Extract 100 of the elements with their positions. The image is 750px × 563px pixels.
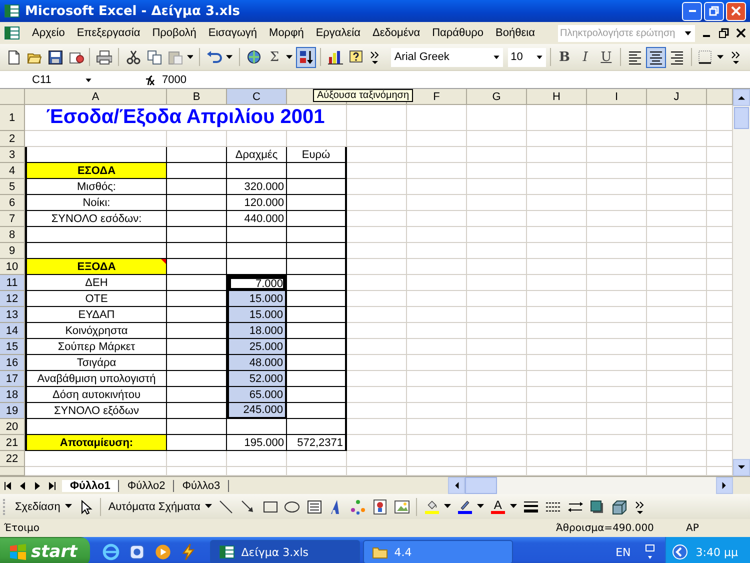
column-header[interactable]: J [647,89,707,105]
row-header[interactable]: 4 [0,163,25,179]
row-header[interactable]: 16 [0,355,25,371]
caret-icon[interactable] [186,54,194,60]
font-color-button[interactable]: A [487,496,508,517]
row-header[interactable]: 7 [0,211,25,227]
menu-item[interactable]: Εργαλεία [310,27,366,39]
play-icon[interactable] [154,543,172,561]
caret-icon[interactable] [226,54,233,60]
sort-button[interactable] [296,46,316,68]
row-header[interactable]: 9 [0,243,25,259]
horizontal-scrollbar[interactable] [448,477,733,494]
left-arrow-icon[interactable] [454,482,459,489]
row-header[interactable]: 17 [0,371,25,387]
column-header[interactable]: F [407,89,467,105]
column-header[interactable]: B [167,89,227,105]
row-header[interactable]: 6 [0,195,25,211]
sum-button[interactable]: Σ [264,46,284,68]
caret-icon[interactable] [717,54,724,60]
menu-item[interactable]: Εισαγωγή [202,27,264,39]
scroll-thumb[interactable] [734,107,749,129]
row-header[interactable]: 15 [0,339,25,355]
row-header[interactable]: 8 [0,227,25,243]
row-header[interactable]: 21 [0,435,25,451]
menu-button[interactable]: Αυτόματα Σχήματα [105,496,204,517]
menu-item[interactable]: Αρχείο [26,27,71,39]
menu-item[interactable]: Βοήθεια [490,27,541,39]
row-header[interactable]: 11 [0,275,25,291]
table-cell [347,435,407,451]
restore-icon[interactable] [719,28,729,38]
table-cell [467,275,527,291]
restore-button[interactable] [704,2,724,20]
row-header[interactable]: 14 [0,323,25,339]
sheet-tab[interactable]: Φύλλο1 [62,480,120,492]
spreadsheet-icon[interactable] [4,25,20,41]
bold-button[interactable]: B [554,46,574,68]
font-field[interactable]: Arial Greek [391,48,503,66]
menu-button[interactable]: Σχεδίαση [12,496,64,517]
table-cell [347,259,407,275]
browser-icon[interactable] [102,543,120,561]
up-arrow-icon[interactable] [738,95,745,100]
menu-item[interactable]: Προβολή [146,27,202,39]
align-center-button[interactable] [646,46,666,68]
row-header[interactable]: 5 [0,179,25,195]
help-search-field[interactable]: Πληκτρολογήστε ερώτηση [558,24,695,42]
row-header[interactable]: 13 [0,307,25,323]
language-indicator[interactable]: EN [616,546,631,558]
close-icon[interactable] [736,28,746,38]
table-cell [467,451,527,467]
row-header[interactable]: 3 [0,147,25,163]
menu-item[interactable]: Παράθυρο [426,27,490,39]
name-box[interactable]: C11 [0,72,96,87]
caret-icon[interactable] [286,54,293,60]
column-header[interactable]: H [527,89,587,105]
sheet-tab[interactable]: Φύλλο2 [119,480,174,492]
table-cell [407,163,467,179]
minimize-button[interactable] [682,2,702,20]
formula-field[interactable]: 7000 [162,74,186,86]
menu-item[interactable]: Μορφή [263,27,310,39]
column-header[interactable]: I [587,89,647,105]
monitor-icon[interactable] [642,544,657,560]
table-cell: 18.000 [227,323,287,339]
table-cell [467,211,527,227]
menu-item[interactable]: Δεδομένα [366,27,426,39]
table-cell [167,147,227,163]
taskbar-button[interactable]: 4.4 [363,540,514,563]
scroll-thumb[interactable] [465,477,497,494]
caret-icon[interactable] [65,504,72,509]
row-header[interactable]: 12 [0,291,25,307]
column-header[interactable]: G [467,89,527,105]
row-header[interactable]: 10 [0,259,25,275]
media-icon[interactable] [128,543,146,561]
column-header[interactable]: C [227,89,287,105]
row-header[interactable]: 1 [0,105,25,131]
caret-icon[interactable] [444,504,452,509]
menu-item[interactable]: Επεξεργασία [70,27,146,39]
down-arrow-icon[interactable] [738,465,745,470]
table-cell [287,323,347,339]
caret-icon[interactable] [477,504,484,509]
sheet-tab[interactable]: Φύλλο3 [174,480,230,492]
spreadsheet-icon [4,3,20,19]
table-cell [527,451,587,467]
table-cell [587,243,647,259]
vertical-scrollbar[interactable] [733,89,750,476]
row-header[interactable]: 2 [0,131,25,147]
caret-icon[interactable] [510,504,518,509]
table-cell [587,435,647,451]
row-header[interactable]: 19 [0,403,25,419]
taskbar-button[interactable]: Δείγμα 3.xls [210,540,360,563]
caret-icon[interactable] [205,504,212,509]
chevron-icon[interactable] [672,544,688,560]
right-arrow-icon[interactable] [722,482,727,489]
font-size-field[interactable]: 10 [508,48,546,66]
close-button[interactable] [726,2,746,20]
column-header[interactable]: A [25,89,167,105]
italic-button[interactable]: I [575,46,596,68]
row-header[interactable]: 20 [0,419,25,435]
underline-button[interactable]: U [596,46,616,68]
row-header[interactable]: 18 [0,387,25,403]
row-header[interactable]: 22 [0,451,25,467]
